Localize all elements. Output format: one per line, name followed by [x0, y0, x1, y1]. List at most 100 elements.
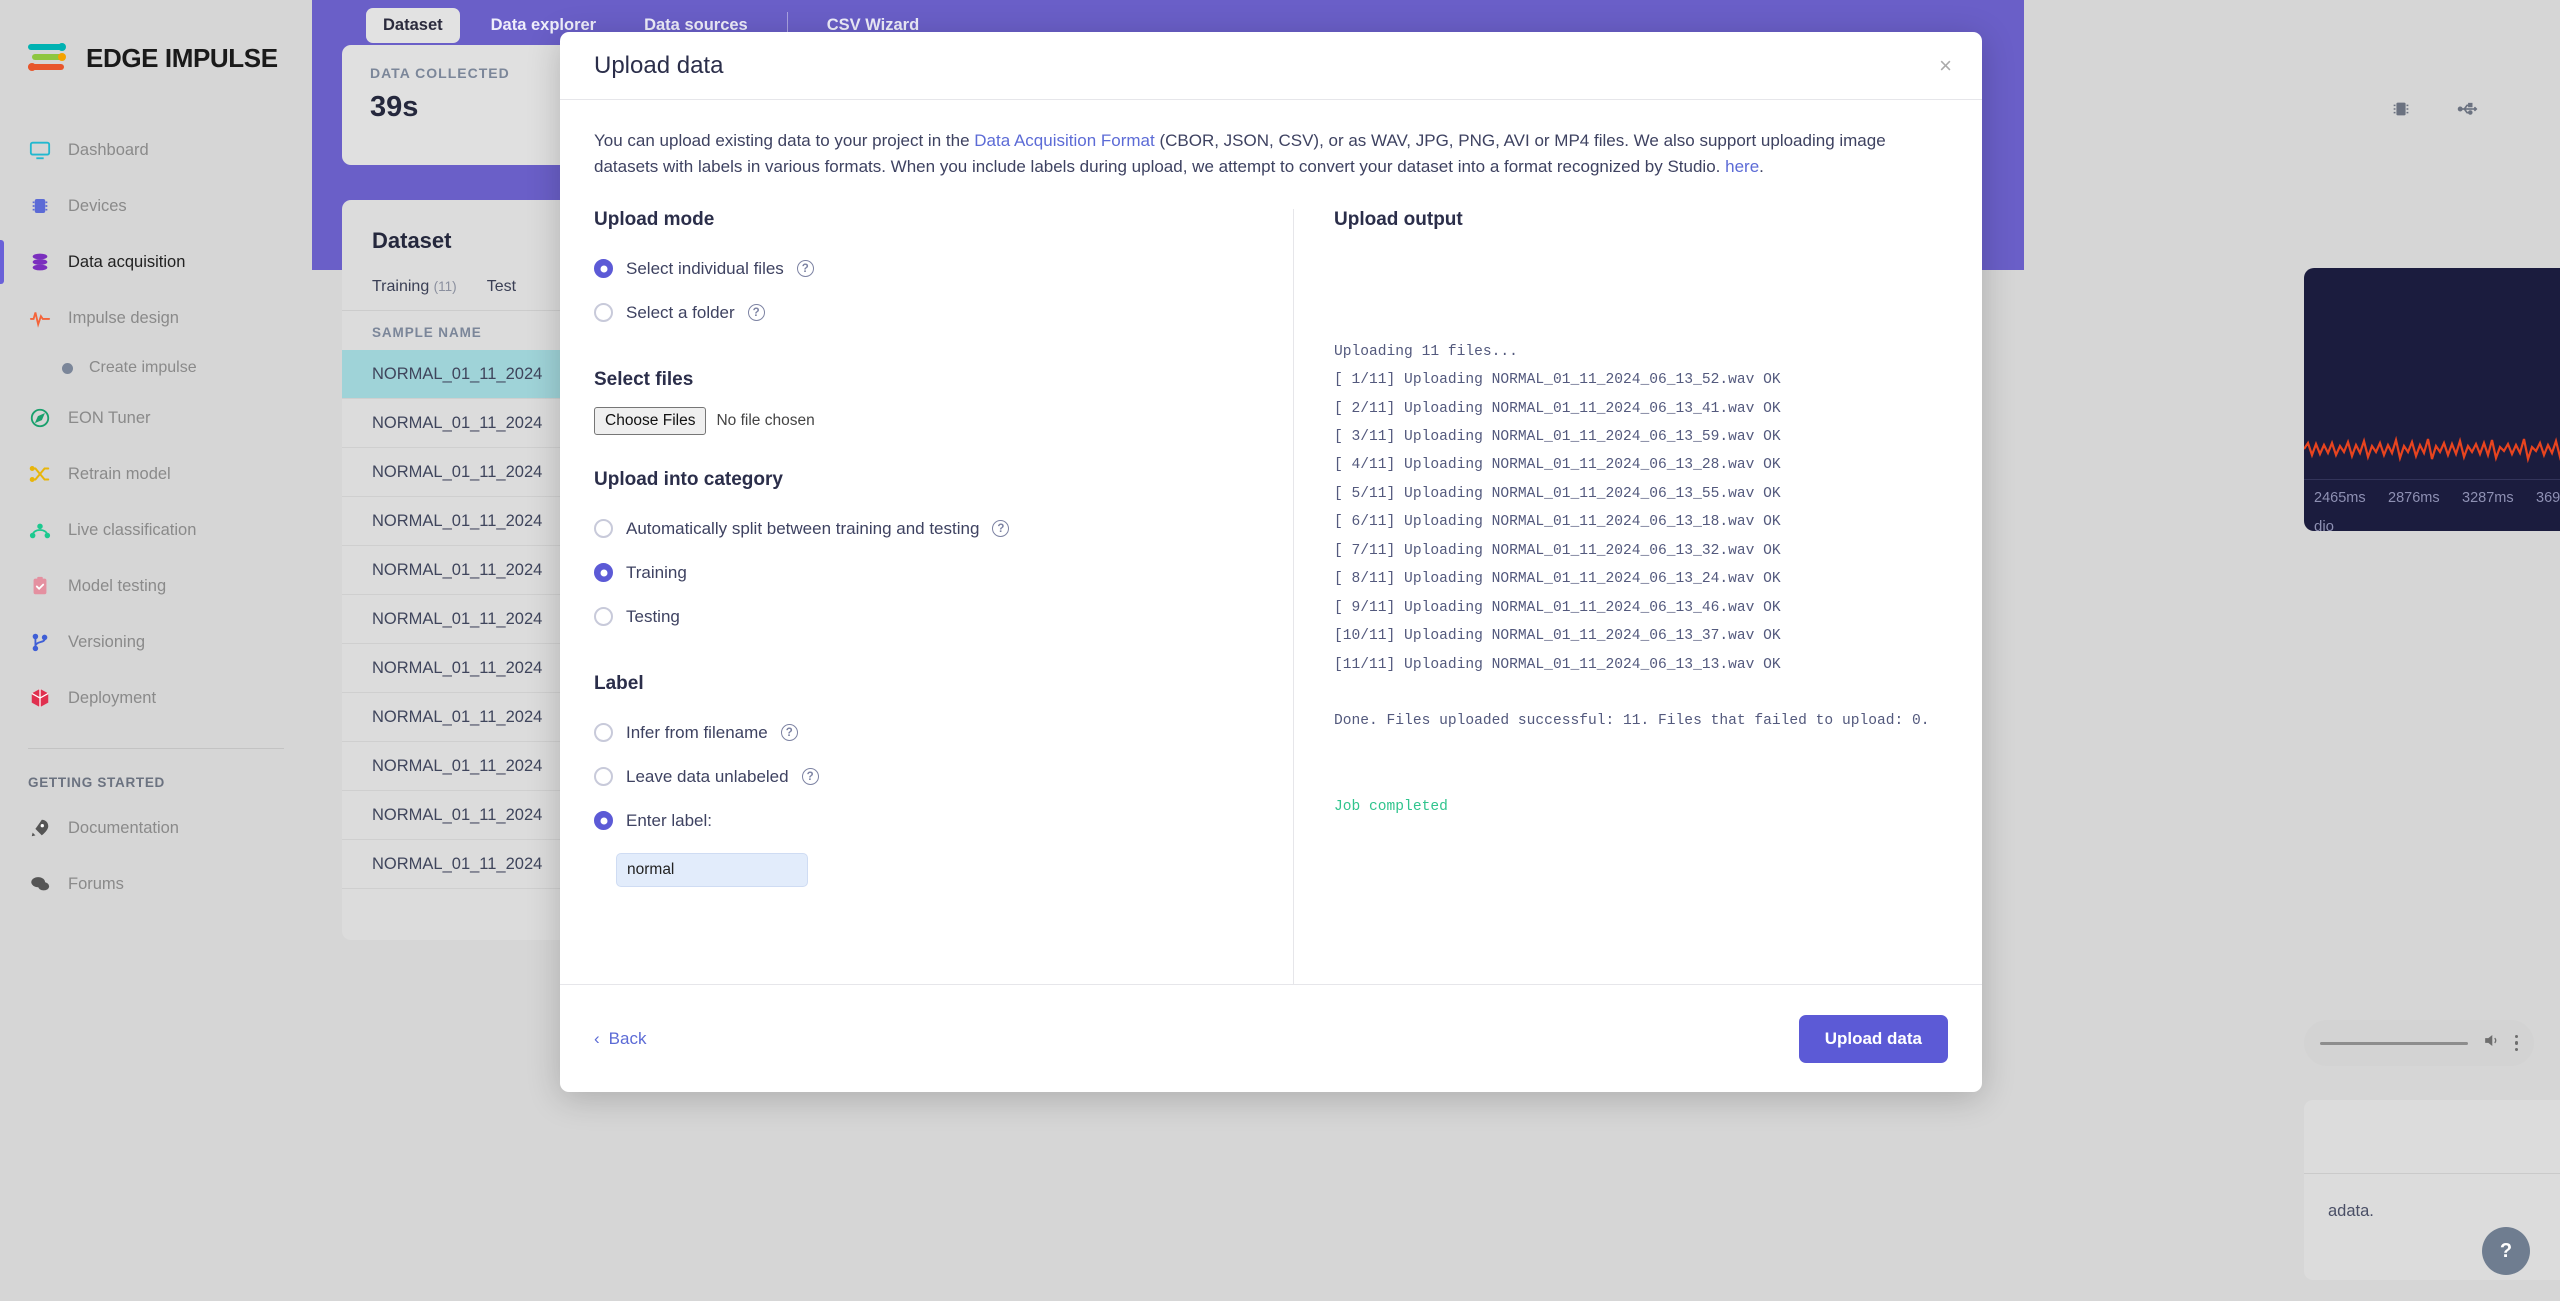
sidebar: EDGE IMPULSE Dashboard Devices Data acqu…: [0, 0, 312, 1301]
job-status: Job completed: [1334, 798, 1448, 815]
console-line: [10/11] Uploading NORMAL_01_11_2024_06_1…: [1334, 628, 1781, 645]
back-button[interactable]: ‹ Back: [594, 1029, 646, 1049]
info-panel-text: adata.: [2328, 1202, 2374, 1220]
sidebar-item-devices[interactable]: Devices: [0, 178, 312, 234]
audio-player[interactable]: [2304, 1020, 2534, 1066]
network-icon: [28, 518, 52, 542]
modal-footer: ‹ Back Upload data: [560, 984, 1982, 1092]
desc-part-1: You can upload existing data to your pro…: [594, 131, 975, 150]
sidebar-item-data-acquisition[interactable]: Data acquisition: [0, 234, 312, 290]
sidebar-nav: Dashboard Devices Data acquisition Impul…: [0, 122, 312, 912]
sidebar-item-label: Dashboard: [68, 140, 149, 159]
dataset-tab-test[interactable]: Test: [487, 278, 516, 310]
volume-icon[interactable]: [2482, 1031, 2501, 1055]
sidebar-item-impulse-design[interactable]: Impulse design: [0, 290, 312, 346]
sidebar-item-forums[interactable]: Forums: [0, 856, 312, 912]
sample-name: NORMAL_01_11_2024: [372, 854, 543, 873]
modal-description: You can upload existing data to your pro…: [560, 100, 1982, 187]
help-icon[interactable]: ?: [992, 520, 1010, 538]
sample-name: NORMAL_01_11_2024: [372, 707, 543, 726]
here-link[interactable]: here: [1725, 157, 1759, 176]
sidebar-item-retrain-model[interactable]: Retrain model: [0, 446, 312, 502]
sidebar-item-label: Versioning: [68, 632, 146, 651]
radio-label: Enter label:: [626, 810, 712, 830]
sample-name: NORMAL_01_11_2024: [372, 413, 543, 432]
help-icon[interactable]: ?: [780, 724, 798, 742]
sidebar-item-live-classification[interactable]: Live classification: [0, 502, 312, 558]
upload-data-modal: Upload data × You can upload existing da…: [560, 32, 1982, 1092]
radio-testing[interactable]: Testing: [594, 595, 1259, 639]
clipboard-check-icon: [28, 574, 52, 598]
usb-icon[interactable]: [2456, 98, 2480, 125]
sidebar-item-label: Deployment: [68, 688, 157, 707]
chat-icon: [28, 872, 52, 896]
radio-indicator[interactable]: [594, 607, 613, 627]
sample-name: NORMAL_01_11_2024: [372, 609, 543, 628]
modal-body: Upload mode Select individual files ? Se…: [560, 187, 1982, 984]
close-icon[interactable]: ×: [1939, 54, 1952, 77]
sidebar-item-label: Documentation: [68, 818, 179, 837]
sidebar-item-eon-tuner[interactable]: EON Tuner: [0, 390, 312, 446]
modal-left-column: Upload mode Select individual files ? Se…: [594, 208, 1294, 984]
sidebar-item-deployment[interactable]: Deployment: [0, 670, 312, 726]
modal-header: Upload data ×: [560, 32, 1982, 100]
box-icon: [28, 686, 52, 710]
player-progress-track[interactable]: [2320, 1041, 2468, 1045]
back-label: Back: [608, 1028, 647, 1048]
axis-tick-label: 2876ms: [2388, 490, 2440, 506]
modal-right-column: Upload output Uploading 11 files... [ 1/1…: [1294, 209, 1948, 984]
radio-indicator[interactable]: [594, 563, 613, 583]
upload-data-button[interactable]: Upload data: [1798, 1014, 1948, 1063]
data-acquisition-format-link[interactable]: Data Acquisition Format: [974, 131, 1154, 150]
help-icon[interactable]: ?: [796, 260, 814, 278]
label-input[interactable]: [616, 852, 808, 887]
radio-indicator[interactable]: [594, 519, 613, 539]
console-line: [ 6/11] Uploading NORMAL_01_11_2024_06_1…: [1334, 514, 1781, 531]
chip-icon[interactable]: [2390, 98, 2412, 125]
sidebar-item-label: Retrain model: [68, 464, 171, 483]
choose-files-button[interactable]: Choose Files: [594, 406, 707, 435]
sidebar-item-dashboard[interactable]: Dashboard: [0, 122, 312, 178]
waveform-axis: 2465ms2876ms3287ms3697ms4108ms dio: [2304, 479, 2560, 531]
player-more-icon[interactable]: [2514, 1034, 2518, 1052]
file-picker[interactable]: Choose Files No file chosen: [594, 406, 1259, 435]
dataset-tab-label: Training: [372, 278, 430, 295]
sidebar-item-documentation[interactable]: Documentation: [0, 800, 312, 856]
radio-infer-from-filename[interactable]: Infer from filename ?: [594, 711, 1259, 755]
radio-training[interactable]: Training: [594, 551, 1259, 595]
radio-indicator[interactable]: [594, 259, 613, 279]
radio-select-a-folder[interactable]: Select a folder ?: [594, 291, 1259, 335]
radio-auto-split[interactable]: Automatically split between training and…: [594, 507, 1259, 551]
sidebar-item-label: Impulse design: [68, 308, 179, 327]
dataset-tab-training[interactable]: Training (11): [372, 278, 457, 310]
brand-logo[interactable]: EDGE IMPULSE: [0, 26, 312, 84]
sidebar-subitem-create-impulse[interactable]: Create impulse: [0, 346, 312, 390]
tab-dataset[interactable]: Dataset: [366, 7, 460, 43]
console-line: [11/11] Uploading NORMAL_01_11_2024_06_1…: [1334, 656, 1781, 673]
sidebar-item-versioning[interactable]: Versioning: [0, 614, 312, 670]
radio-indicator[interactable]: [594, 303, 613, 323]
edge-impulse-logo-icon: [28, 41, 74, 75]
help-icon[interactable]: ?: [747, 304, 765, 322]
sidebar-item-model-testing[interactable]: Model testing: [0, 558, 312, 614]
radio-indicator[interactable]: [594, 811, 613, 831]
top-action-icons: [2390, 98, 2480, 125]
console-line: Done. Files uploaded successful: 11. Fil…: [1334, 713, 1930, 730]
radio-indicator[interactable]: [594, 723, 613, 743]
console-line: [ 1/11] Uploading NORMAL_01_11_2024_06_1…: [1334, 372, 1781, 389]
help-fab-button[interactable]: ?: [2482, 1227, 2530, 1275]
help-icon[interactable]: ?: [801, 768, 819, 786]
console-lines: Uploading 11 files... [ 1/11] Uploading N…: [1334, 338, 1948, 736]
radio-enter-label[interactable]: Enter label:: [594, 799, 1259, 843]
waveform-tick-labels: 2465ms2876ms3287ms3697ms4108ms: [2304, 480, 2560, 506]
axis-tick-label: 3697ms: [2536, 490, 2560, 506]
sample-name: NORMAL_01_11_2024: [372, 805, 543, 824]
console-line: [ 2/11] Uploading NORMAL_01_11_2024_06_1…: [1334, 400, 1781, 417]
database-icon: [28, 250, 52, 274]
radio-indicator[interactable]: [594, 767, 613, 787]
radio-select-individual-files[interactable]: Select individual files ?: [594, 247, 1259, 291]
monitor-icon: [28, 138, 52, 162]
radio-leave-unlabeled[interactable]: Leave data unlabeled ?: [594, 755, 1259, 799]
sample-name: NORMAL_01_11_2024: [372, 560, 543, 579]
